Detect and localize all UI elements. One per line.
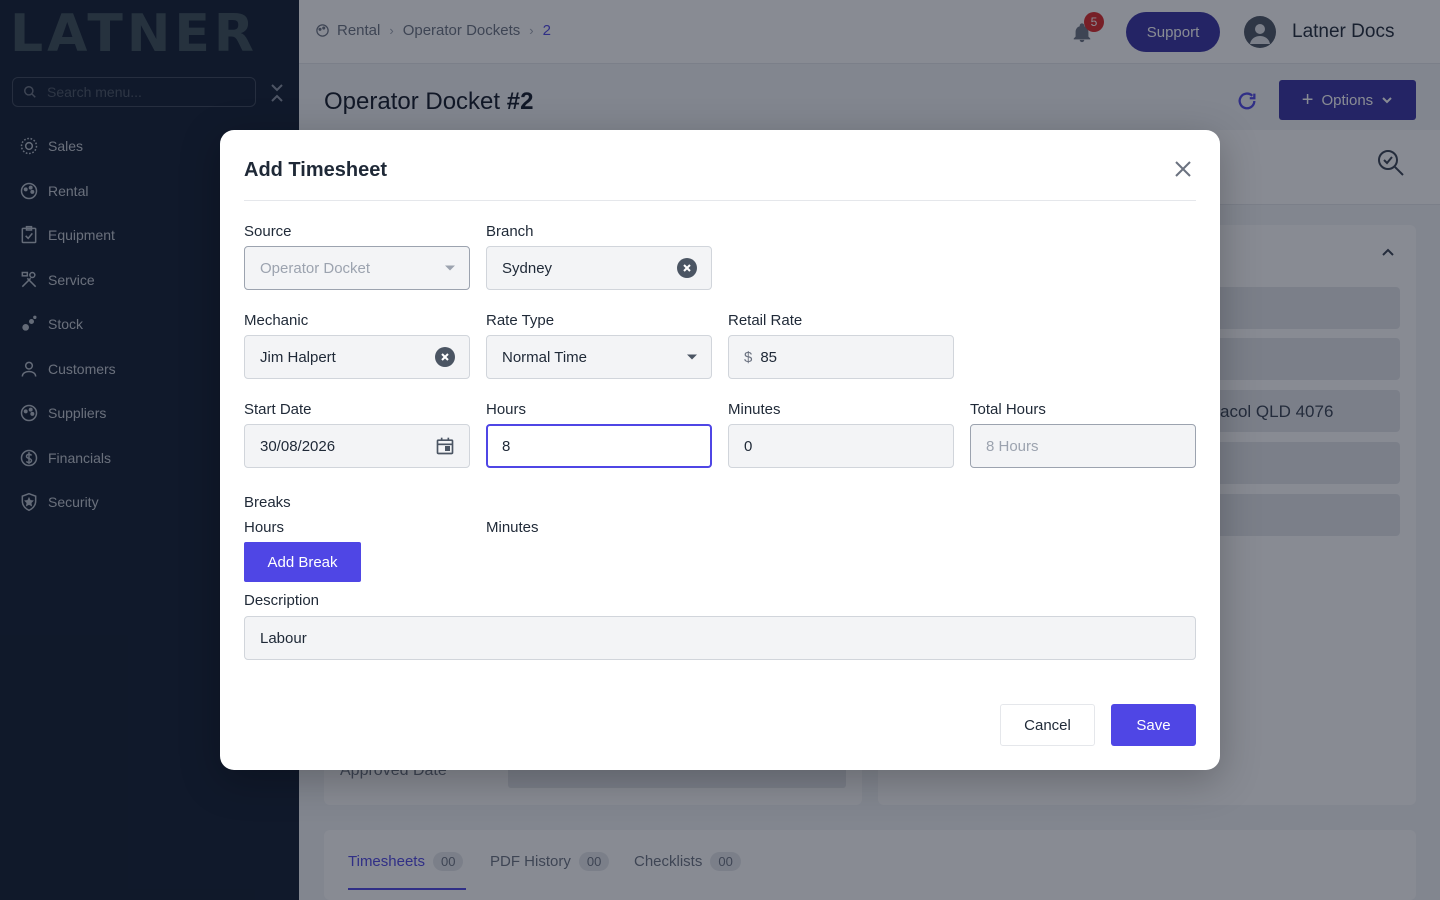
description-label: Description: [244, 592, 320, 609]
total-hours-label: Total Hours: [970, 401, 1046, 418]
start-date-value: 30/08/2026: [260, 437, 336, 455]
rate-type-select[interactable]: Normal Time: [486, 335, 712, 379]
add-timesheet-modal: Add Timesheet Source Operator Docket Bra…: [220, 130, 1220, 770]
rate-type-value: Normal Time: [502, 348, 588, 366]
total-hours-value: 8 Hours: [986, 437, 1039, 455]
minutes-input[interactable]: 0: [728, 424, 954, 468]
minutes-label: Minutes: [728, 401, 781, 418]
source-value: Operator Docket: [260, 259, 371, 277]
start-date-input[interactable]: 30/08/2026: [244, 424, 470, 468]
clear-icon[interactable]: [677, 258, 697, 278]
cancel-button[interactable]: Cancel: [1000, 704, 1095, 746]
caret-down-icon: [687, 354, 697, 360]
caret-down-icon: [445, 265, 455, 271]
hours-label: Hours: [486, 401, 527, 418]
mechanic-select[interactable]: Jim Halpert: [244, 335, 470, 379]
modal-divider: [244, 200, 1196, 201]
description-input[interactable]: Labour: [244, 616, 1196, 660]
break-minutes-label: Minutes: [486, 519, 539, 536]
mechanic-value: Jim Halpert: [260, 348, 336, 366]
add-break-button[interactable]: Add Break: [244, 542, 361, 582]
branch-label: Branch: [486, 223, 534, 240]
clear-icon[interactable]: [435, 347, 455, 367]
total-hours-field: 8 Hours: [970, 424, 1196, 468]
close-icon[interactable]: [1172, 158, 1194, 180]
break-hours-label: Hours: [244, 519, 285, 536]
calendar-icon[interactable]: [435, 436, 455, 456]
breaks-label: Breaks: [244, 494, 291, 511]
modal-title: Add Timesheet: [244, 159, 387, 181]
minutes-value: 0: [744, 437, 753, 455]
save-button[interactable]: Save: [1111, 704, 1196, 746]
branch-select[interactable]: Sydney: [486, 246, 712, 290]
hours-input[interactable]: 8: [486, 424, 712, 468]
hours-value: 8: [502, 437, 511, 455]
currency-symbol: $: [744, 348, 753, 366]
mechanic-label: Mechanic: [244, 312, 309, 329]
source-label: Source: [244, 223, 292, 240]
description-value: Labour: [260, 629, 307, 647]
retail-rate-input[interactable]: $ 85: [728, 335, 954, 379]
retail-rate-label: Retail Rate: [728, 312, 803, 329]
retail-rate-value: 85: [760, 348, 778, 366]
start-date-label: Start Date: [244, 401, 312, 418]
source-select[interactable]: Operator Docket: [244, 246, 470, 290]
branch-value: Sydney: [502, 259, 553, 277]
rate-type-label: Rate Type: [486, 312, 555, 329]
